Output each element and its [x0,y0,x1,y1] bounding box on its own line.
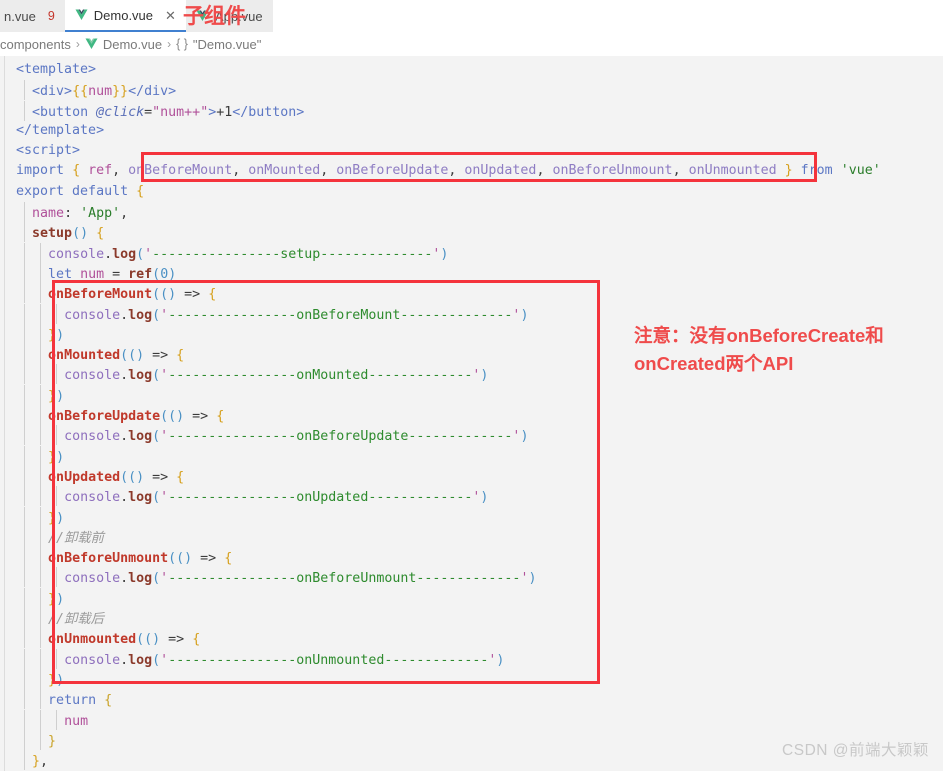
code-line-comment: //卸载后 [0,608,943,629]
breadcrumb-item-components[interactable]: components [0,37,71,52]
vue-file-icon [85,38,98,50]
code-line-hook: onBeforeUnmount(() => { [0,547,943,568]
code-line-hook: onUpdated(() => { [0,465,943,486]
editor-tab-main[interactable]: n.vue 9 [0,0,65,32]
vscode-editor-window: n.vue 9 Demo.vue ✕ App.vue components › … [0,0,943,771]
breadcrumb-label: "Demo.vue" [192,36,262,52]
code-line-hook: onBeforeUpdate(() => { [0,405,943,426]
code-line: <div>{{num}}</div> [0,80,943,101]
annotation-api-note-line1: 注意：没有onBeforeCreate和 [634,325,884,346]
code-line-import: import { ref, onBeforeMount, onMounted, … [0,163,881,179]
code-line: console.log('----------------onBeforeMou… [0,303,943,324]
code-line: }) [0,668,943,689]
code-line: console.log('----------------onBeforeUnm… [0,567,943,588]
code-line: num [0,709,943,730]
code-line: }) [0,445,943,466]
chevron-right-icon: › [167,37,172,51]
editor-tab-label: Demo.vue [93,7,154,23]
editor-tab-label: n.vue [4,8,36,24]
breadcrumb-label: components [0,36,71,52]
close-icon[interactable]: ✕ [165,9,176,22]
breadcrumb: components › Demo.vue › { } "Demo.vue" [0,32,943,56]
code-line: let num = ref(0) [0,262,943,283]
code-line: export default { [0,183,145,199]
editor-tab-demo-vue[interactable]: Demo.vue ✕ [64,0,186,32]
annotation-api-note: 注意：没有onBeforeCreate和 onCreated两个API [634,322,934,378]
watermark: CSDN @前端大颖颖 [782,742,929,759]
editor-tab-bar: n.vue 9 Demo.vue ✕ App.vue [0,0,943,32]
editor-tab-badge: 9 [47,9,55,23]
code-line-hook: onUnmounted(() => { [0,628,943,649]
vue-file-icon [75,9,88,21]
breadcrumb-item-symbol[interactable]: { } "Demo.vue" [176,37,261,52]
code-line: <template> [0,62,97,77]
braces-icon: { } [176,37,188,51]
code-line: name: 'App', [0,202,943,223]
annotation-api-note-line2: onCreated两个API [634,353,794,374]
chevron-right-icon: › [75,37,80,51]
code-line: <script> [0,143,81,159]
code-line: </template> [0,122,105,138]
code-line: console.log('----------------onUpdated--… [0,486,943,507]
code-line: console.log('----------------onUnmounted… [0,648,943,669]
code-line-hook: onBeforeMount(() => { [0,283,943,304]
breadcrumb-label: Demo.vue [102,36,163,52]
code-line: }) [0,506,943,527]
code-line: <button @click="num++">+1</button> [0,100,943,121]
annotation-child-component: 子组件 [183,5,246,28]
code-line: }) [0,384,943,405]
code-line: console.log('----------------onBeforeUpd… [0,425,943,446]
code-line-comment: //卸载前 [0,526,943,547]
code-line: console.log('----------------setup------… [0,242,943,263]
code-editor-pane[interactable]: <template> <div>{{num}}</div> <button @c… [0,56,943,771]
code-line: setup() { [0,222,943,243]
code-line: }) [0,587,943,608]
code-line: return { [0,689,943,710]
breadcrumb-item-demo-vue[interactable]: Demo.vue [85,37,162,52]
